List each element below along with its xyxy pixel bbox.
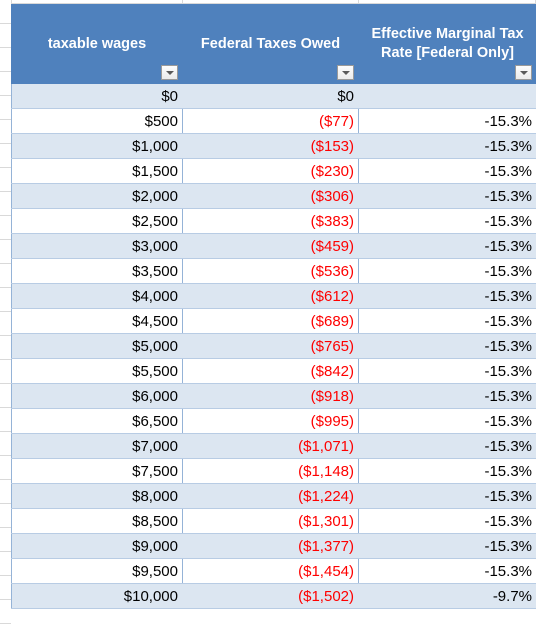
column-header-label: Effective Marginal Tax Rate [Federal Onl…	[371, 26, 524, 61]
cell-rate[interactable]	[358, 83, 536, 109]
cell-wages[interactable]: $5,000	[11, 333, 183, 359]
table-row[interactable]: $500 ($77) -15.3%	[11, 108, 536, 134]
table-header: taxable wages Federal Taxes Owed Effecti…	[11, 4, 536, 84]
cell-wages[interactable]: $3,500	[11, 258, 183, 284]
cell-taxes[interactable]: $0	[182, 83, 359, 109]
table-row[interactable]: $10,000 ($1,502) -9.7%	[11, 583, 536, 609]
cell-rate[interactable]: -15.3%	[358, 233, 536, 259]
cell-wages[interactable]: $500	[11, 108, 183, 134]
cell-rate[interactable]: -15.3%	[358, 433, 536, 459]
row-gridline-margin	[0, 0, 11, 633]
cell-taxes[interactable]: ($306)	[182, 183, 359, 209]
cell-taxes[interactable]: ($1,148)	[182, 458, 359, 484]
cell-wages[interactable]: $6,000	[11, 383, 183, 409]
table-row[interactable]: $9,500 ($1,454) -15.3%	[11, 558, 536, 584]
column-header-label: taxable wages	[47, 35, 147, 52]
cell-taxes[interactable]: ($1,377)	[182, 533, 359, 559]
cell-taxes[interactable]: ($536)	[182, 258, 359, 284]
cell-rate[interactable]: -15.3%	[358, 483, 536, 509]
filter-dropdown-icon-effective-marginal-tax-rate[interactable]	[515, 65, 532, 80]
cell-wages[interactable]: $0	[11, 83, 183, 109]
cell-rate[interactable]: -15.3%	[358, 133, 536, 159]
cell-wages[interactable]: $2,000	[11, 183, 183, 209]
cell-taxes[interactable]: ($689)	[182, 308, 359, 334]
cell-taxes[interactable]: ($995)	[182, 408, 359, 434]
cell-rate[interactable]: -9.7%	[358, 583, 536, 609]
cell-rate[interactable]: -15.3%	[358, 408, 536, 434]
cell-rate[interactable]: -15.3%	[358, 158, 536, 184]
table-row[interactable]: $8,500 ($1,301) -15.3%	[11, 508, 536, 534]
column-header-effective-marginal-tax-rate[interactable]: Effective Marginal Tax Rate [Federal Onl…	[358, 4, 536, 84]
cell-wages[interactable]: $4,000	[11, 283, 183, 309]
cell-wages[interactable]: $9,500	[11, 558, 183, 584]
cell-wages[interactable]: $9,000	[11, 533, 183, 559]
cell-taxes[interactable]: ($1,071)	[182, 433, 359, 459]
cell-rate[interactable]: -15.3%	[358, 458, 536, 484]
table-row[interactable]: $1,500 ($230) -15.3%	[11, 158, 536, 184]
cell-taxes[interactable]: ($153)	[182, 133, 359, 159]
table-row[interactable]: $4,500 ($689) -15.3%	[11, 308, 536, 334]
cell-taxes[interactable]: ($918)	[182, 383, 359, 409]
cell-wages[interactable]: $10,000	[11, 583, 183, 609]
table-row[interactable]: $7,000 ($1,071) -15.3%	[11, 433, 536, 459]
cell-rate[interactable]: -15.3%	[358, 333, 536, 359]
filter-dropdown-icon-taxable-wages[interactable]	[161, 65, 178, 80]
tax-table: taxable wages Federal Taxes Owed Effecti…	[11, 4, 536, 609]
cell-taxes[interactable]: ($1,502)	[182, 583, 359, 609]
cell-taxes[interactable]: ($1,224)	[182, 483, 359, 509]
cell-wages[interactable]: $6,500	[11, 408, 183, 434]
cell-rate[interactable]: -15.3%	[358, 258, 536, 284]
cell-rate[interactable]: -15.3%	[358, 508, 536, 534]
table-row[interactable]: $2,000 ($306) -15.3%	[11, 183, 536, 209]
cell-wages[interactable]: $8,000	[11, 483, 183, 509]
cell-wages[interactable]: $3,000	[11, 233, 183, 259]
cell-taxes[interactable]: ($230)	[182, 158, 359, 184]
cell-rate[interactable]: -15.3%	[358, 358, 536, 384]
table-row[interactable]: $1,000 ($153) -15.3%	[11, 133, 536, 159]
cell-rate[interactable]: -15.3%	[358, 383, 536, 409]
column-header-label: Federal Taxes Owed	[200, 35, 341, 52]
table-row[interactable]: $8,000 ($1,224) -15.3%	[11, 483, 536, 509]
cell-wages[interactable]: $2,500	[11, 208, 183, 234]
cell-taxes[interactable]: ($459)	[182, 233, 359, 259]
cell-wages[interactable]: $5,500	[11, 358, 183, 384]
cell-taxes[interactable]: ($612)	[182, 283, 359, 309]
table-row[interactable]: $5,500 ($842) -15.3%	[11, 358, 536, 384]
cell-rate[interactable]: -15.3%	[358, 558, 536, 584]
cell-wages[interactable]: $8,500	[11, 508, 183, 534]
cell-rate[interactable]: -15.3%	[358, 208, 536, 234]
table-row[interactable]: $7,500 ($1,148) -15.3%	[11, 458, 536, 484]
table-row[interactable]: $9,000 ($1,377) -15.3%	[11, 533, 536, 559]
table-row[interactable]: $5,000 ($765) -15.3%	[11, 333, 536, 359]
cell-rate[interactable]: -15.3%	[358, 108, 536, 134]
table-row[interactable]: $0 $0	[11, 83, 536, 109]
cell-rate[interactable]: -15.3%	[358, 533, 536, 559]
cell-taxes[interactable]: ($842)	[182, 358, 359, 384]
cell-wages[interactable]: $4,500	[11, 308, 183, 334]
table-row[interactable]: $3,000 ($459) -15.3%	[11, 233, 536, 259]
cell-taxes[interactable]: ($383)	[182, 208, 359, 234]
cell-taxes[interactable]: ($1,301)	[182, 508, 359, 534]
cell-wages[interactable]: $1,000	[11, 133, 183, 159]
column-header-taxable-wages[interactable]: taxable wages	[11, 4, 183, 84]
cell-wages[interactable]: $7,000	[11, 433, 183, 459]
table-row[interactable]: $6,500 ($995) -15.3%	[11, 408, 536, 434]
table-body: $0 $0 $500 ($77) -15.3% $1,000 ($153) -15.3% $1,…	[11, 83, 536, 609]
cell-rate[interactable]: -15.3%	[358, 183, 536, 209]
table-row[interactable]: $2,500 ($383) -15.3%	[11, 208, 536, 234]
spreadsheet-view: taxable wages Federal Taxes Owed Effecti…	[0, 0, 536, 633]
table-row[interactable]: $6,000 ($918) -15.3%	[11, 383, 536, 409]
cell-taxes[interactable]: ($77)	[182, 108, 359, 134]
cell-wages[interactable]: $1,500	[11, 158, 183, 184]
table-row[interactable]: $4,000 ($612) -15.3%	[11, 283, 536, 309]
filter-dropdown-icon-federal-taxes-owed[interactable]	[337, 65, 354, 80]
cell-taxes[interactable]: ($1,454)	[182, 558, 359, 584]
cell-wages[interactable]: $7,500	[11, 458, 183, 484]
cell-rate[interactable]: -15.3%	[358, 308, 536, 334]
column-header-federal-taxes-owed[interactable]: Federal Taxes Owed	[182, 4, 359, 84]
header-row: taxable wages Federal Taxes Owed Effecti…	[11, 4, 536, 84]
table-row[interactable]: $3,500 ($536) -15.3%	[11, 258, 536, 284]
cell-taxes[interactable]: ($765)	[182, 333, 359, 359]
cell-rate[interactable]: -15.3%	[358, 283, 536, 309]
